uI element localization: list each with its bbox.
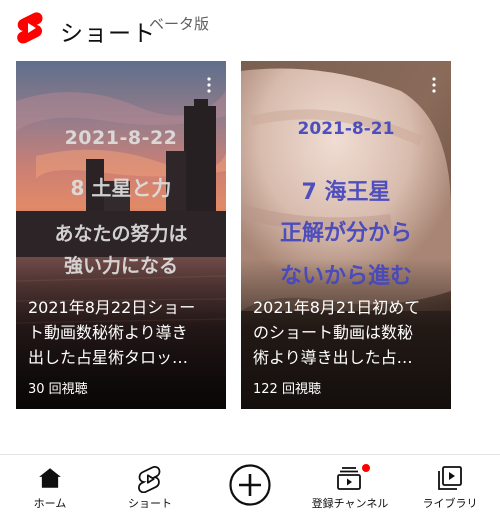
nav-home-label: ホーム	[33, 497, 67, 510]
shorts-header: ショート ベータ版	[0, 0, 500, 52]
notification-dot	[362, 464, 370, 472]
nav-subscriptions-label: 登録チャンネル	[311, 497, 389, 510]
more-vert-icon[interactable]	[202, 75, 216, 95]
beta-badge: ベータ版	[149, 15, 210, 33]
video-title: 2021年8月21日初めて のショート動画は数秘 術より導き出した占…	[253, 298, 421, 367]
nav-library-label: ライブラリ	[422, 497, 478, 510]
overlay-message-line2: ないから進む	[279, 264, 412, 289]
overlay-message-line1: 正解が分から	[279, 221, 412, 246]
add-circle-icon	[229, 464, 271, 506]
overlay-message-line1: あなたの努力は	[54, 223, 188, 245]
overlay-message-line2: 強い力になる	[63, 255, 178, 277]
video-title: 2021年8月22日ショー ト動画数秘術より導き 出した占星術タロッ…	[28, 298, 196, 367]
nav-create-button[interactable]	[200, 455, 300, 516]
nav-shorts-label: ショート	[128, 497, 172, 510]
view-count: 122 回視聴	[253, 382, 321, 397]
home-icon	[39, 468, 61, 488]
library-icon	[438, 466, 462, 490]
short-video-card[interactable]: 2021-8-22 8 土星と力 あなたの努力は 強い力になる 2021年8月2…	[16, 61, 226, 409]
bottom-navigation: ホーム ショート 登録チャンネル ライブラリ	[0, 454, 500, 516]
overlay-date: 2021-8-22	[64, 127, 178, 149]
youtube-shorts-logo-icon[interactable]	[16, 12, 46, 44]
short-video-card[interactable]: 2021-8-21 7 海王星 正解が分から ないから進む 2021年8月21日…	[241, 61, 451, 409]
nav-home[interactable]: ホーム	[0, 455, 100, 516]
nav-shorts[interactable]: ショート	[100, 455, 200, 516]
more-vert-icon[interactable]	[427, 75, 441, 95]
overlay-heading: 7 海王星	[301, 180, 391, 205]
shorts-icon	[138, 466, 161, 493]
nav-subscriptions[interactable]: 登録チャンネル	[300, 455, 400, 516]
overlay-heading: 8 土星と力	[70, 176, 172, 200]
nav-library[interactable]: ライブラリ	[400, 455, 500, 516]
subscriptions-icon	[337, 467, 361, 490]
page-title: ショート	[60, 21, 156, 47]
view-count: 30 回視聴	[28, 382, 88, 397]
overlay-date: 2021-8-21	[297, 119, 395, 139]
